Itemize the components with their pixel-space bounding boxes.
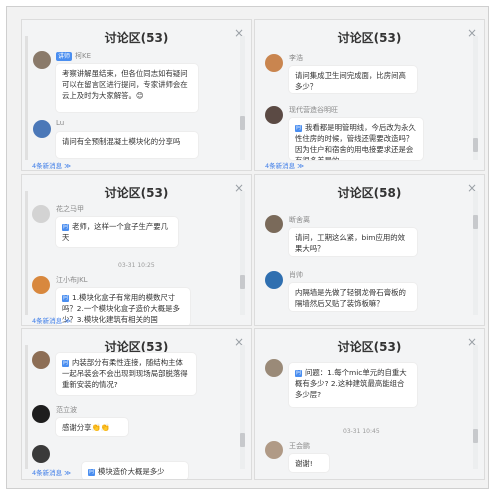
- message-bubble: 问问题：1.每个mic单元的自重大概有多少? 2.这种建筑最高能组合多少层?: [289, 363, 417, 407]
- scrollbar-thumb[interactable]: [473, 138, 478, 152]
- message-bubble: 问内装部分有柔性连接，随结构主体一起吊装会不会出现到现场局部脱落得重新安装的情况…: [56, 353, 196, 395]
- sender-name: 李浩: [289, 54, 303, 62]
- discussion-panel: 讨论区(58) × 断舍离 请问，工期这么紧，bim应用的效果大吗？ 肖帅 内隔…: [254, 174, 485, 326]
- sender-name: Lu: [56, 119, 65, 127]
- left-track: [25, 36, 28, 160]
- avatar: [33, 51, 51, 69]
- avatar: [265, 359, 283, 377]
- discussion-panel: 讨论区(53) × 讲师 柯KE 考察讲解虽结束，但各位同志如有疑问可以在留言区进…: [21, 19, 252, 171]
- panel-title: 讨论区(58): [337, 186, 402, 200]
- scrollbar-thumb[interactable]: [240, 116, 245, 130]
- panel-title: 讨论区(53): [337, 340, 402, 354]
- message-bubble: 问我看都是明管明线，今后改为永久性住房的时候，管线还需要改造吗？因为住户和宿舍的…: [289, 118, 423, 160]
- message-bubble: 问模块造价大概是多少: [82, 462, 188, 479]
- message-bubble: 考察讲解虽结束，但各位同志如有疑问可以在留言区进行提问，专家讲师会在云上及时为大…: [56, 64, 198, 112]
- scrollbar-thumb[interactable]: [473, 215, 478, 229]
- question-icon: 问: [295, 124, 302, 132]
- avatar: [265, 54, 283, 72]
- discussion-panel: 讨论区(53) × 问内装部分有柔性连接，随结构主体一起吊装会不会出现到现场局部…: [21, 328, 252, 480]
- lecturer-badge: 讲师: [56, 51, 73, 61]
- screenshot-collage: 讨论区(53) × 讲师 柯KE 考察讲解虽结束，但各位同志如有疑问可以在留言区进…: [6, 6, 489, 489]
- scrollbar-track[interactable]: [240, 191, 245, 315]
- sender-name: 现代营造谷明旺: [289, 106, 338, 114]
- avatar: [33, 120, 51, 138]
- new-messages-link[interactable]: 4条新消息 ≫: [265, 160, 304, 170]
- sender-name: 范立波: [56, 406, 77, 414]
- avatar: [32, 405, 50, 423]
- sender-name: 断舍离: [289, 216, 310, 224]
- message-bubble: 请问有全预制混凝土模块化的分享吗: [56, 132, 198, 158]
- left-track: [25, 191, 28, 315]
- timestamp: 03-31 10:25: [118, 262, 155, 269]
- sender-name: 花之马甲: [56, 205, 84, 213]
- message-bubble: 请问，工期这么紧，bim应用的效果大吗？: [289, 228, 417, 256]
- new-messages-link[interactable]: 4条新消息 ≫: [32, 467, 71, 477]
- question-icon: 问: [88, 468, 95, 476]
- panel-title: 讨论区(53): [104, 31, 169, 45]
- scrollbar-track[interactable]: [240, 345, 245, 469]
- new-messages-link[interactable]: 4条新消息 ≫: [32, 160, 71, 170]
- timestamp: 03-31 10:45: [343, 428, 380, 435]
- panel-title: 讨论区(53): [337, 31, 402, 45]
- message-bubble: 谢谢!: [289, 454, 329, 472]
- sender-name: 江小布JKL: [56, 276, 88, 284]
- question-icon: 问: [62, 223, 69, 231]
- left-track: [25, 345, 28, 469]
- discussion-panel: 讨论区(53) × 花之马甲 问老师，这样一个盒子生产要几天 03-31 10:…: [21, 174, 252, 326]
- message-bubble: 感谢分享👏👏: [56, 418, 128, 436]
- message-bubble: 内隔墙是先做了轻钢龙骨石膏板的隔墙然后又贴了装饰板嘛？: [289, 283, 417, 311]
- message-bubble: 问老师，这样一个盒子生产要几天: [56, 217, 178, 247]
- avatar: [32, 205, 50, 223]
- message-bubble: 问 1.模块化盒子有常用的模数尺寸吗？2.一个模块化盒子造价大概是多少？3.模块化…: [56, 288, 190, 325]
- sender-name: 肖帅: [289, 271, 303, 279]
- avatar: [265, 441, 283, 459]
- avatar: [32, 445, 50, 463]
- avatar: [265, 271, 283, 289]
- panel-title: 讨论区(53): [104, 186, 169, 200]
- question-icon: 问: [295, 369, 302, 377]
- scrollbar-thumb[interactable]: [240, 433, 245, 447]
- avatar: [32, 276, 50, 294]
- scrollbar-track[interactable]: [473, 345, 478, 469]
- message-bubble: 请问集成卫生间完成面，比房间高多少？: [289, 66, 417, 93]
- scrollbar-thumb[interactable]: [473, 429, 478, 443]
- question-icon: 问: [62, 294, 69, 302]
- discussion-panel: 讨论区(53) × 李浩 请问集成卫生间完成面，比房间高多少？ 现代营造谷明旺 …: [254, 19, 485, 171]
- discussion-panel: 讨论区(53) × 问问题：1.每个mic单元的自重大概有多少? 2.这种建筑最…: [254, 328, 485, 480]
- sender-name: 讲师 柯KE: [56, 51, 92, 61]
- avatar: [32, 351, 50, 369]
- scrollbar-track[interactable]: [240, 36, 245, 160]
- scrollbar-thumb[interactable]: [240, 275, 245, 289]
- sender-name: 王会鹏: [289, 442, 310, 450]
- scrollbar-track[interactable]: [473, 191, 478, 315]
- avatar: [265, 215, 283, 233]
- question-icon: 问: [62, 359, 69, 367]
- avatar: [265, 106, 283, 124]
- new-messages-link[interactable]: 4条新消息 ≫: [32, 315, 71, 325]
